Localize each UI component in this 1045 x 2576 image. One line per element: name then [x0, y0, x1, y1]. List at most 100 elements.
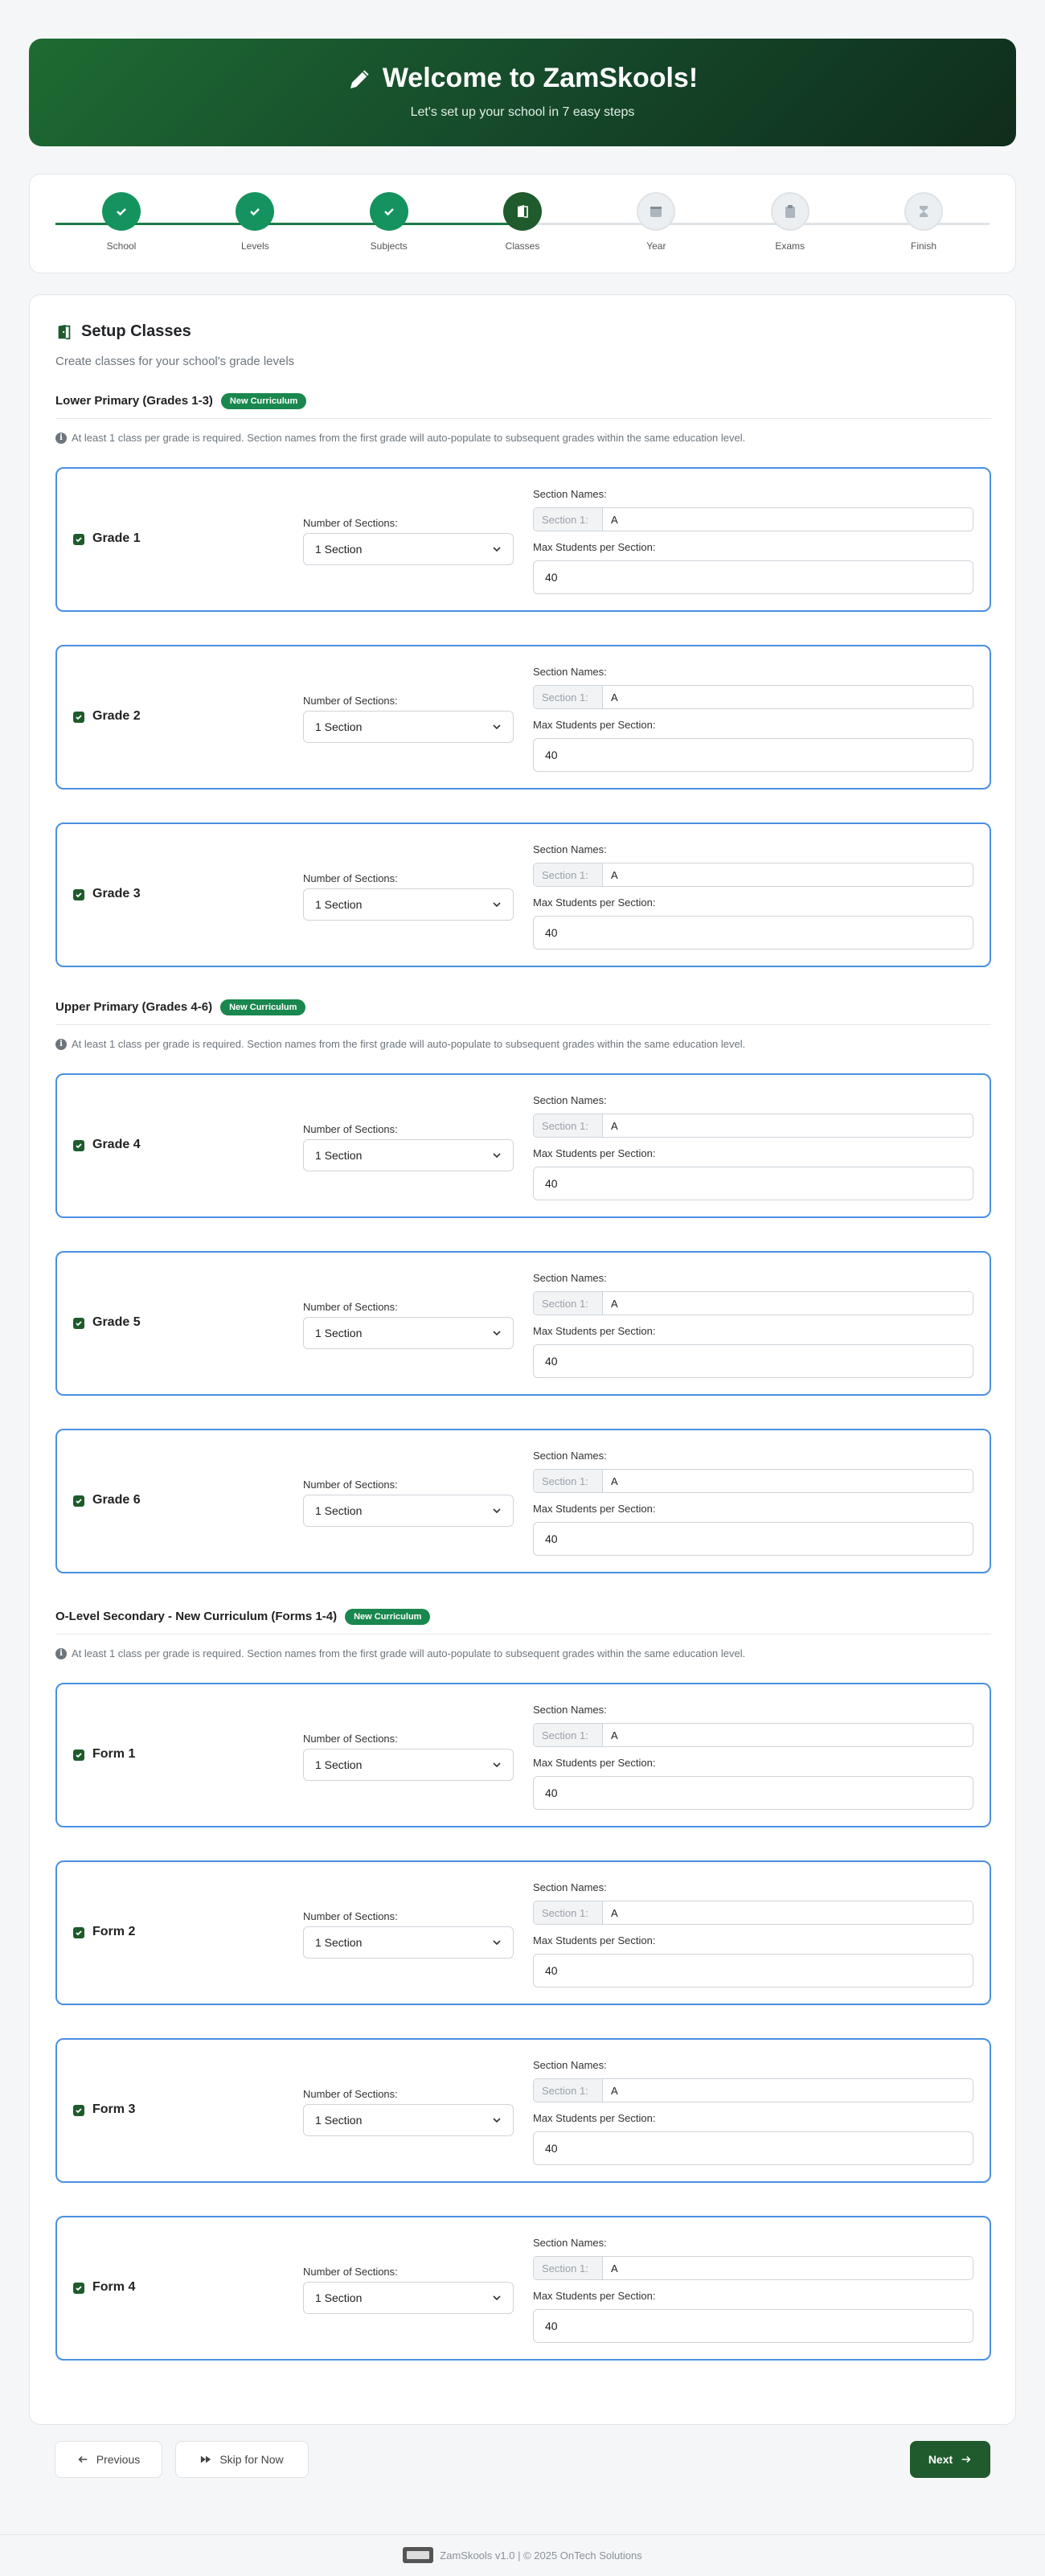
check-icon	[76, 537, 82, 543]
grade-card: Grade 5 Number of Sections: 1 Section Secti…	[55, 1251, 991, 1396]
education-level: Upper Primary (Grades 4-6) New Curriculum…	[55, 998, 991, 1573]
sections-select[interactable]: 1 Section	[303, 1926, 514, 1959]
arrow-left-icon	[78, 2455, 88, 2463]
section-name-input[interactable]: A	[603, 1114, 973, 1137]
banner-title: Welcome to ZamSkools!	[382, 63, 699, 93]
section-name-input[interactable]: A	[603, 1292, 973, 1315]
section-name-input[interactable]: A	[603, 686, 973, 708]
next-button[interactable]: Next	[910, 2441, 990, 2478]
section-name-input[interactable]: A	[603, 2079, 973, 2102]
section-names-label: Section Names:	[533, 1094, 607, 1106]
step-school: School	[73, 192, 170, 252]
max-students-input[interactable]: 40	[533, 916, 973, 950]
level-note-text: At least 1 class per grade is required. …	[72, 432, 746, 444]
step-circle	[770, 192, 809, 231]
sections-select[interactable]: 1 Section	[303, 1495, 514, 1527]
section-name-input[interactable]: A	[603, 863, 973, 886]
section-names-label: Section Names:	[533, 1272, 607, 1284]
max-students-label: Max Students per Section:	[533, 1325, 656, 1337]
sections-select[interactable]: 1 Section	[303, 2104, 514, 2136]
arrow-right-icon	[961, 2455, 971, 2463]
previous-button[interactable]: Previous	[55, 2441, 162, 2478]
section-name-input[interactable]: A	[603, 1724, 973, 1746]
grade-card: Form 3 Number of Sections: 1 Section Sectio…	[55, 2038, 991, 2183]
max-students-input[interactable]: 40	[533, 1522, 973, 1556]
section-name-group: Section 1: A	[533, 2078, 973, 2102]
sections-label: Number of Sections:	[303, 2266, 398, 2278]
level-name: O-Level Secondary - New Curriculum (Form…	[55, 1610, 338, 1623]
sections-select[interactable]: 1 Section	[303, 1749, 514, 1781]
sections-label: Number of Sections:	[303, 1479, 398, 1491]
check-icon	[76, 1499, 82, 1504]
footer-text: ZamSkools v1.0 | © 2025 OnTech Solutions	[440, 2549, 642, 2562]
section-name-group: Section 1: A	[533, 2256, 973, 2280]
step-circle	[904, 192, 943, 231]
grade-checkbox[interactable]	[73, 1140, 84, 1151]
step-label: Year	[646, 240, 666, 252]
step-circle	[102, 192, 141, 231]
grade-checkbox[interactable]	[73, 712, 84, 723]
sections-label: Number of Sections:	[303, 2088, 398, 2100]
calendar-icon	[650, 207, 662, 217]
grade-checkbox[interactable]	[73, 1749, 84, 1761]
level-note: i At least 1 class per grade is required.…	[55, 1038, 991, 1050]
curriculum-badge: New Curriculum	[345, 1608, 431, 1625]
grade-checkbox[interactable]	[73, 889, 84, 900]
section-names-label: Section Names:	[533, 1704, 607, 1716]
sections-label: Number of Sections:	[303, 695, 398, 707]
section-name-input[interactable]: A	[603, 2257, 973, 2279]
banner-subtitle: Let's set up your school in 7 easy steps	[410, 105, 635, 119]
grade-checkbox[interactable]	[73, 2283, 84, 2294]
section-prefix: Section 1:	[534, 1470, 603, 1492]
max-students-input[interactable]: 40	[533, 1167, 973, 1200]
section-name-input[interactable]: A	[603, 508, 973, 531]
section-prefix: Section 1:	[534, 1901, 603, 1924]
max-students-label: Max Students per Section:	[533, 1147, 656, 1159]
level-header: Lower Primary (Grades 1-3) New Curriculum	[55, 392, 991, 419]
max-students-input[interactable]: 40	[533, 1954, 973, 1987]
step-label: Classes	[505, 240, 540, 252]
max-students-input[interactable]: 40	[533, 738, 973, 772]
grade-card: Grade 3 Number of Sections: 1 Section Secti…	[55, 822, 991, 967]
sections-select[interactable]: 1 Section	[303, 711, 514, 743]
sections-select[interactable]: 1 Section	[303, 1139, 514, 1171]
section-name-group: Section 1: A	[533, 1114, 973, 1138]
section-names-label: Section Names:	[533, 1881, 607, 1893]
footer: ZamSkools v1.0 | © 2025 OnTech Solutions	[0, 2547, 1045, 2563]
sections-select[interactable]: 1 Section	[303, 1317, 514, 1349]
max-students-input[interactable]: 40	[533, 1776, 973, 1810]
max-students-input[interactable]: 40	[533, 2309, 973, 2343]
info-icon: i	[55, 432, 67, 444]
curriculum-badge: New Curriculum	[220, 999, 306, 1015]
skip-button[interactable]: Skip for Now	[175, 2441, 309, 2478]
grade-name: Form 2	[92, 1925, 136, 1938]
info-icon: i	[55, 1647, 67, 1659]
skip-label: Skip for Now	[219, 2453, 284, 2466]
max-students-label: Max Students per Section:	[533, 2290, 656, 2302]
grade-checkbox[interactable]	[73, 534, 84, 545]
grade-checkbox[interactable]	[73, 1927, 84, 1938]
max-students-input[interactable]: 40	[533, 560, 973, 594]
section-prefix: Section 1:	[534, 2079, 603, 2102]
sections-label: Number of Sections:	[303, 1301, 398, 1313]
step-circle	[637, 192, 676, 231]
chevron-down-icon	[493, 2118, 501, 2123]
sections-select[interactable]: 1 Section	[303, 888, 514, 921]
grade-checkbox[interactable]	[73, 2105, 84, 2116]
sections-select[interactable]: 1 Section	[303, 2282, 514, 2314]
grade-name: Form 4	[92, 2280, 136, 2294]
sections-value: 1 Section	[315, 1327, 363, 1339]
door-icon	[58, 324, 71, 339]
step-levels: Levels	[207, 192, 303, 252]
sections-select[interactable]: 1 Section	[303, 533, 514, 565]
section-name-input[interactable]: A	[603, 1470, 973, 1492]
max-students-input[interactable]: 40	[533, 1344, 973, 1378]
max-students-label: Max Students per Section:	[533, 541, 656, 553]
grade-checkbox[interactable]	[73, 1318, 84, 1329]
hourglass-icon	[920, 206, 928, 217]
section-name-input[interactable]: A	[603, 1901, 973, 1924]
check-icon	[76, 1753, 82, 1758]
grade-checkbox[interactable]	[73, 1495, 84, 1507]
level-header: Upper Primary (Grades 4-6) New Curriculum	[55, 998, 991, 1025]
max-students-input[interactable]: 40	[533, 2131, 973, 2165]
